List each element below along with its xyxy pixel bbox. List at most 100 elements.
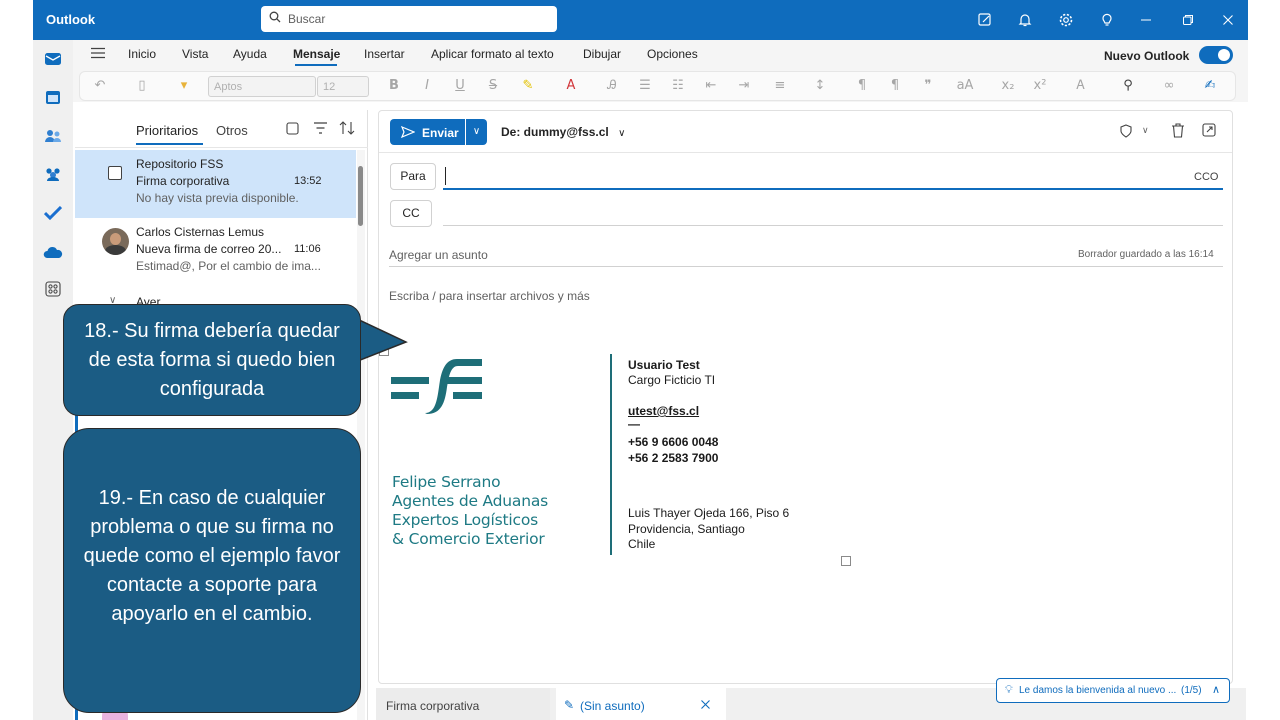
hamburger-icon[interactable]: [91, 47, 105, 62]
superscript-icon[interactable]: x²: [1032, 78, 1048, 94]
underline-icon[interactable]: U: [452, 78, 468, 94]
signature-icon[interactable]: ✍: [1202, 78, 1218, 94]
signature-role: Cargo Ficticio TI: [628, 373, 716, 387]
to-field[interactable]: [443, 188, 1223, 190]
chevron-up-icon[interactable]: ∧: [1212, 683, 1220, 696]
tab-opciones[interactable]: Opciones: [647, 47, 698, 61]
signature-email[interactable]: utest@fss.cl: [628, 404, 699, 418]
todo-icon[interactable]: [42, 202, 64, 224]
popout-icon[interactable]: [1202, 123, 1216, 140]
welcome-tip[interactable]: 💡︎ Le damos la bienvenida al nuevo ... (…: [996, 678, 1230, 703]
font-name-select[interactable]: Aptos: [208, 76, 316, 97]
from-selector[interactable]: De: dummy@fss.cl ∨: [501, 125, 625, 139]
list-item-selected[interactable]: Repositorio FSS Firma corporativa 13:52 …: [75, 150, 356, 218]
tab-mensaje[interactable]: Mensaje: [293, 47, 340, 61]
mail-sender: Carlos Cisternas Lemus: [136, 225, 265, 239]
subscript-icon[interactable]: x₂: [1000, 78, 1016, 94]
close-icon[interactable]: [1219, 11, 1237, 29]
align-icon[interactable]: ≡: [772, 78, 788, 94]
sensitivity-icon[interactable]: [1119, 124, 1133, 141]
format-painter-icon[interactable]: ▾: [176, 78, 192, 94]
select-checkbox[interactable]: [108, 166, 122, 180]
styles-icon[interactable]: Ꭺ: [1073, 78, 1089, 94]
cc-button[interactable]: CC: [390, 200, 432, 227]
search-icon: [269, 11, 281, 23]
attach-icon[interactable]: ⚲: [1120, 78, 1136, 94]
bold-icon[interactable]: B: [386, 78, 402, 94]
cc-field[interactable]: [443, 225, 1223, 226]
signature-address-2: Providencia, Santiago: [628, 522, 745, 536]
outdent-icon[interactable]: ⇤: [703, 78, 719, 94]
select-mode-icon[interactable]: [286, 122, 299, 138]
signature-divider: [610, 354, 612, 555]
mail-subject: Firma corporativa: [136, 174, 230, 188]
focused-indicator: [136, 143, 203, 145]
new-outlook-toggle[interactable]: [1199, 46, 1233, 64]
search-input[interactable]: Buscar: [261, 6, 557, 32]
font-size-select[interactable]: 12: [317, 76, 369, 97]
quote-icon[interactable]: ❞: [920, 78, 936, 94]
resize-handle[interactable]: [841, 556, 851, 566]
numbering-icon[interactable]: ☷: [670, 78, 686, 94]
mail-time: 13:52: [294, 175, 322, 187]
lightbulb-icon[interactable]: [1098, 11, 1116, 29]
list-item[interactable]: Carlos Cisternas Lemus Nueva firma de co…: [75, 218, 356, 286]
mail-icon[interactable]: [42, 48, 64, 70]
gear-icon[interactable]: [1057, 11, 1075, 29]
highlight-icon[interactable]: ✎: [520, 78, 536, 94]
filter-icon[interactable]: [314, 122, 327, 137]
change-case-icon[interactable]: aA: [954, 78, 976, 94]
close-icon[interactable]: [701, 700, 710, 709]
callout-step-19: 19.- En caso de cualquier problema o que…: [63, 428, 361, 713]
sort-icon[interactable]: [339, 121, 355, 138]
indent-icon[interactable]: ⇥: [736, 78, 752, 94]
minimize-icon[interactable]: [1137, 11, 1155, 29]
bell-icon[interactable]: [1016, 11, 1034, 29]
tab-vista[interactable]: Vista: [182, 47, 208, 61]
compose-pane: Enviar ∨ De: dummy@fss.cl ∨ ∨ Para CCO C…: [378, 110, 1233, 684]
onedrive-icon[interactable]: [42, 241, 64, 263]
line-spacing-icon[interactable]: ↕: [812, 78, 828, 94]
tab-ayuda[interactable]: Ayuda: [233, 47, 267, 61]
italic-icon[interactable]: I: [419, 78, 435, 94]
body-placeholder[interactable]: Escriba / para insertar archivos y más: [389, 289, 590, 303]
rtl-icon[interactable]: ¶: [887, 78, 903, 94]
people-icon[interactable]: [42, 125, 64, 147]
bullets-icon[interactable]: ☰: [637, 78, 653, 94]
undo-icon[interactable]: ↶: [92, 78, 108, 94]
welcome-text: Le damos la bienvenida al nuevo ...: [1019, 685, 1177, 696]
send-options-button[interactable]: ∨: [466, 119, 487, 145]
strikethrough-icon[interactable]: S: [485, 78, 501, 94]
restore-icon[interactable]: [1179, 11, 1197, 29]
lightbulb-icon: 💡︎: [1005, 684, 1013, 696]
compose-note-icon[interactable]: [976, 11, 994, 29]
divider: [379, 152, 1232, 153]
tab-inicio[interactable]: Inicio: [128, 47, 156, 61]
signature-address-3: Chile: [628, 537, 656, 551]
ltr-icon[interactable]: ¶: [854, 78, 870, 94]
tab-other[interactable]: Otros: [216, 123, 248, 138]
tab-focused[interactable]: Prioritarios: [136, 123, 198, 138]
tab-insertar[interactable]: Insertar: [364, 47, 405, 61]
apps-icon[interactable]: [42, 278, 64, 300]
tab-dibujar[interactable]: Dibujar: [583, 47, 621, 61]
font-color-icon[interactable]: A: [563, 78, 579, 94]
title-bar: Outlook Buscar: [33, 0, 1248, 40]
list-header: Prioritarios Otros: [75, 110, 368, 148]
tab-aplicar-formato[interactable]: Aplicar formato al texto: [431, 47, 554, 61]
calendar-icon[interactable]: [42, 86, 64, 108]
groups-icon[interactable]: [42, 163, 64, 185]
clipboard-icon[interactable]: ▯: [134, 78, 150, 94]
draft-tab-sin-asunto[interactable]: ✎ (Sin asunto): [556, 688, 726, 720]
subject-input[interactable]: Agregar un asunto: [389, 248, 488, 262]
link-icon[interactable]: ∞: [1161, 78, 1177, 94]
to-button[interactable]: Para: [390, 163, 436, 190]
bcc-button[interactable]: CCO: [1194, 171, 1218, 183]
chevron-down-icon[interactable]: ∨: [1142, 125, 1149, 136]
clear-format-icon[interactable]: Ꭿ: [604, 78, 620, 94]
draft-tab-firma[interactable]: Firma corporativa: [376, 688, 550, 720]
active-tab-indicator: [295, 64, 337, 66]
draft-status: Borrador guardado a las 16:14: [1078, 249, 1214, 260]
send-button[interactable]: Enviar: [390, 119, 465, 145]
trash-icon[interactable]: [1171, 123, 1185, 141]
